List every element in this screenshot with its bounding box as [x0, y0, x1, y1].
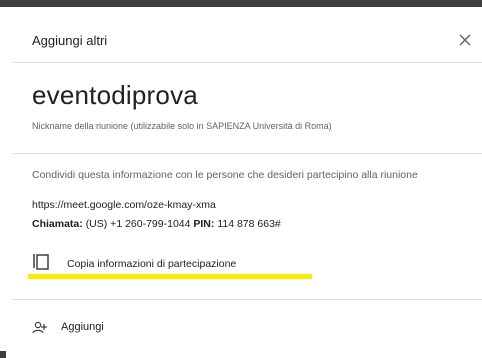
header-divider [12, 62, 482, 63]
actions-divider [12, 299, 482, 300]
pin-label: PIN: [193, 218, 215, 230]
call-label: Chiamata: [32, 218, 83, 230]
copy-join-info-label: Copia informazioni di partecipazione [67, 258, 237, 270]
yellow-highlight-mark [28, 274, 312, 279]
copy-join-info-button[interactable]: Copia informazioni di partecipazione [32, 252, 322, 274]
close-icon-graphic [459, 34, 471, 46]
share-instructions: Condividi questa informazione con le per… [32, 169, 418, 181]
background-window-strip [0, 0, 482, 7]
copy-icon [32, 252, 50, 272]
add-people-label: Aggiungi [61, 321, 104, 333]
dial-in-info: Chiamata: (US) +1 260-799-1044 PIN: 114 … [32, 218, 281, 230]
add-person-icon [32, 320, 48, 336]
call-number: (US) +1 260-799-1044 [85, 218, 191, 230]
nickname-hint: Nickname della riunione (utilizzabile so… [32, 121, 332, 131]
add-people-button[interactable]: Aggiungi [32, 318, 152, 338]
meeting-url: https://meet.google.com/oze-kmay-xma [32, 199, 216, 211]
pin-value: 114 878 663# [217, 218, 281, 230]
dialog-title: Aggiungi altri [32, 33, 108, 48]
background-corner [0, 351, 6, 358]
meeting-divider [12, 153, 482, 154]
close-icon[interactable] [457, 32, 473, 48]
meeting-name: eventodiprova [32, 80, 198, 110]
dialog-header: Aggiungi altri [32, 30, 471, 54]
page: Aggiungi altri eventodiprova Nickname de… [0, 0, 482, 358]
add-others-dialog: Aggiungi altri [0, 7, 482, 358]
